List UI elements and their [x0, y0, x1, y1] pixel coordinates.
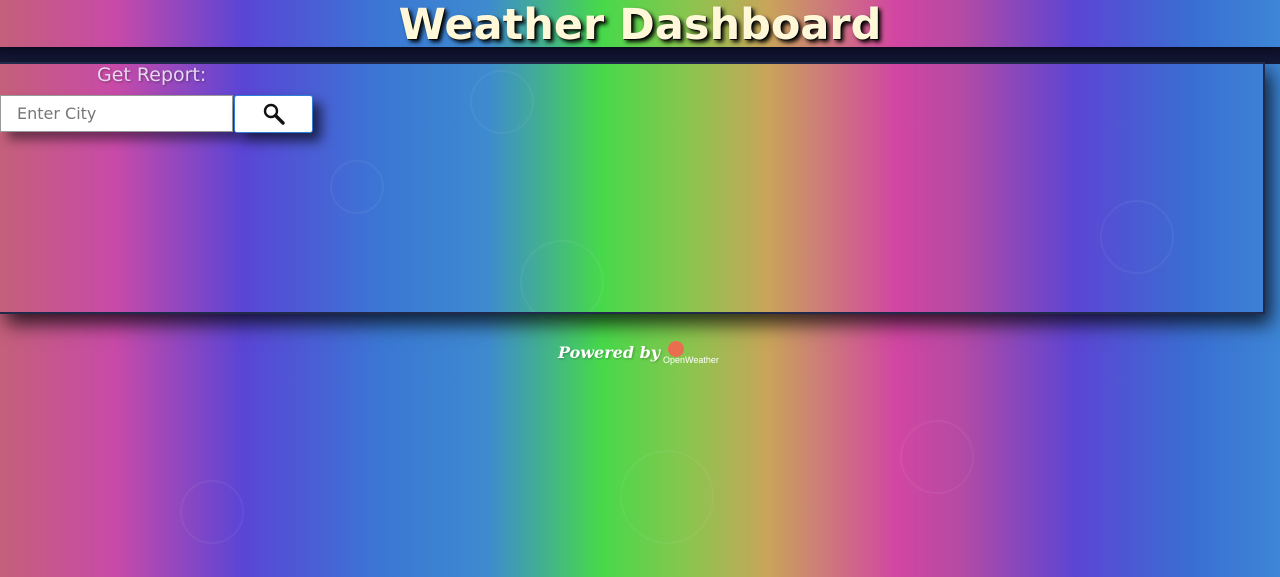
city-search-input[interactable]: [0, 95, 233, 132]
ripple: [180, 480, 244, 544]
search-button[interactable]: [234, 95, 313, 133]
powered-by-text: Powered by: [558, 343, 661, 362]
page-title: Weather Dashboard: [398, 0, 882, 50]
get-report-label: Get Report:: [97, 64, 207, 86]
ripple: [900, 420, 974, 494]
search-icon: [235, 102, 312, 126]
openweather-logo[interactable]: OpenWeather: [663, 341, 727, 367]
ripple: [620, 450, 714, 544]
openweather-logo-text: OpenWeather: [663, 355, 719, 365]
